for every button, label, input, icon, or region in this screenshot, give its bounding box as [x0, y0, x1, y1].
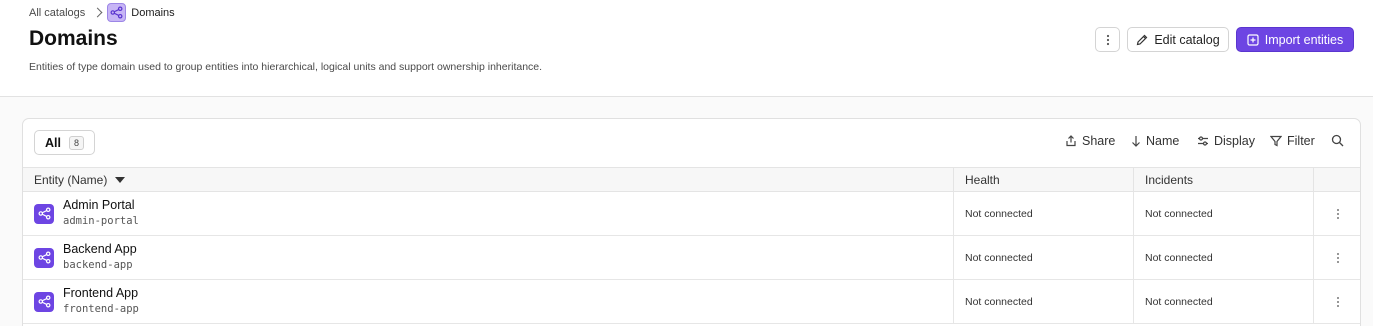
breadcrumb-all-catalogs[interactable]: All catalogs [29, 7, 85, 19]
breadcrumb: All catalogs Domains [29, 3, 175, 22]
entity-cell: Admin Portal admin-portal [23, 192, 953, 235]
more-options-button[interactable] [1095, 27, 1120, 52]
entity-id: backend-app [63, 259, 133, 271]
display-button[interactable]: Display [1197, 134, 1255, 148]
page-header: All catalogs Domains Domains Entities of… [0, 0, 1373, 97]
domain-icon [34, 247, 54, 268]
breadcrumb-current: Domains [131, 6, 175, 19]
caret-down-icon[interactable] [115, 177, 126, 183]
sort-name-label: Name [1146, 134, 1180, 148]
search-icon [1331, 134, 1344, 147]
row-more-button[interactable] [1313, 192, 1360, 235]
tab-all[interactable]: All 8 [34, 130, 95, 155]
domain-icon [34, 291, 54, 312]
import-entities-label: Import entities [1264, 32, 1344, 47]
table-row[interactable]: Backend App backend-app Not connected No… [23, 236, 1360, 280]
import-entities-button[interactable]: Import entities [1236, 27, 1354, 52]
filter-label: Filter [1287, 134, 1315, 148]
search-button[interactable] [1331, 134, 1344, 147]
tab-all-label: All [45, 135, 61, 150]
entity-name[interactable]: Frontend App [63, 286, 139, 301]
column-header-incidents[interactable]: Incidents [1133, 168, 1313, 192]
chevron-right-icon [92, 7, 103, 18]
entity-name[interactable]: Backend App [63, 242, 137, 257]
domain-icon [34, 203, 54, 224]
share-label: Share [1082, 134, 1116, 148]
share-icon [1066, 135, 1076, 147]
page-title: Domains [29, 27, 118, 50]
filter-button[interactable]: Filter [1270, 134, 1315, 148]
column-header-actions [1313, 168, 1360, 192]
filter-icon [1270, 135, 1282, 147]
table-row[interactable]: Frontend App frontend-app Not connected … [23, 280, 1360, 324]
table-row[interactable]: Admin Portal admin-portal Not connected … [23, 192, 1360, 236]
entity-id: admin-portal [63, 215, 139, 227]
tab-all-count: 8 [68, 135, 84, 150]
page-description: Entities of type domain used to group en… [29, 61, 543, 73]
pencil-icon [1137, 34, 1148, 45]
column-header-incidents-label: Incidents [1145, 173, 1194, 187]
edit-catalog-label: Edit catalog [1154, 32, 1220, 47]
table-header: Entity (Name) Health Incidents [23, 167, 1360, 192]
vertical-ellipsis-icon [1106, 34, 1109, 45]
incidents-cell: Not connected [1133, 192, 1313, 235]
incidents-cell: Not connected [1133, 236, 1313, 279]
vertical-ellipsis-icon [1337, 208, 1339, 219]
health-cell: Not connected [953, 192, 1133, 235]
sort-name-button[interactable]: Name [1131, 134, 1179, 148]
domain-icon [107, 3, 127, 22]
edit-catalog-button[interactable]: Edit catalog [1127, 27, 1229, 52]
entity-cell: Backend App backend-app [23, 236, 953, 279]
vertical-ellipsis-icon [1337, 296, 1339, 307]
entity-id: frontend-app [63, 303, 139, 315]
column-header-entity-label: Entity (Name) [34, 173, 108, 187]
column-header-health[interactable]: Health [953, 168, 1133, 192]
health-cell: Not connected [953, 280, 1133, 323]
column-header-health-label: Health [965, 173, 1000, 187]
arrow-down-icon [1132, 136, 1140, 147]
sliders-icon [1198, 136, 1208, 146]
entities-table-card: All 8 Share Name Display Filter Entity (… [22, 118, 1361, 326]
column-header-entity[interactable]: Entity (Name) [23, 168, 953, 192]
entity-cell: Frontend App frontend-app [23, 280, 953, 323]
row-more-button[interactable] [1313, 280, 1360, 323]
incidents-cell: Not connected [1133, 280, 1313, 323]
share-button[interactable]: Share [1065, 134, 1115, 148]
entity-name[interactable]: Admin Portal [63, 198, 139, 213]
plus-square-icon [1247, 33, 1259, 46]
health-cell: Not connected [953, 236, 1133, 279]
vertical-ellipsis-icon [1337, 252, 1339, 263]
row-more-button[interactable] [1313, 236, 1360, 279]
table-toolbar: All 8 Share Name Display Filter [23, 119, 1360, 167]
display-label: Display [1214, 134, 1255, 148]
